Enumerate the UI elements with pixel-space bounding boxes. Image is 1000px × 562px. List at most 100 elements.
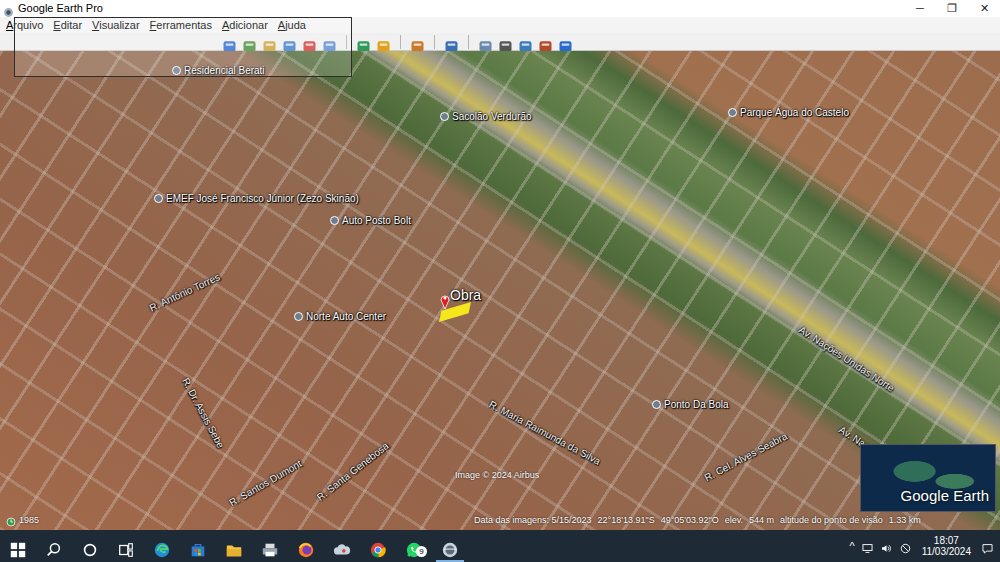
notification-badge: 9: [416, 546, 427, 557]
map-label[interactable]: R. Maria Raimunda da Silva: [486, 397, 603, 469]
volume-icon[interactable]: [880, 540, 893, 553]
clock[interactable]: 18:0711/03/2024: [918, 535, 975, 558]
map-label[interactable]: Av. Nações Unidas Norte: [796, 322, 898, 395]
network-icon[interactable]: [861, 540, 874, 553]
place-pin-icon[interactable]: [652, 400, 661, 409]
system-tray: ^ 18:0711/03/2024: [850, 535, 1000, 558]
place-name: Parque Água do Castelo: [740, 105, 849, 120]
taskbar-button[interactable]: [72, 530, 108, 562]
toolbar-tool-icon[interactable]: [444, 34, 459, 49]
google-earth-icon: [3, 3, 14, 14]
map-label[interactable]: Norte Auto Center: [294, 309, 386, 324]
search-icon[interactable]: [45, 537, 63, 555]
place-pin-icon[interactable]: [728, 108, 737, 117]
place-name: Ponto Da Bola: [664, 397, 729, 412]
clock-date: 11/03/2024: [922, 546, 971, 558]
store-icon[interactable]: [189, 537, 207, 555]
longitude: 49°05'03.92"O: [661, 514, 719, 528]
historical-imagery[interactable]: 1985: [6, 514, 39, 528]
imagery-credit: Image © 2024 Airbus: [455, 469, 539, 483]
toolbar-tool-icon[interactable]: [356, 34, 371, 49]
taskbar-button[interactable]: 9: [396, 530, 432, 562]
toolbar-separator: [468, 35, 469, 49]
taskbar-button[interactable]: [288, 530, 324, 562]
start-icon[interactable]: [9, 537, 27, 555]
year-label: 1985: [19, 514, 39, 528]
toolbar-tool-icon[interactable]: [498, 34, 513, 49]
clock-time: 18:07: [922, 535, 971, 547]
cortana-icon[interactable]: [81, 537, 99, 555]
toolbar-tool-icon[interactable]: [558, 34, 573, 49]
map-label[interactable]: R. Dr. Assis Sebe: [178, 375, 228, 451]
taskbar-button[interactable]: [216, 530, 252, 562]
toolbar-tool-icon[interactable]: [376, 34, 391, 49]
taskbar-button[interactable]: [360, 530, 396, 562]
street-name: R. Dr. Assis Sebe: [178, 375, 228, 451]
close-button[interactable]: ✕: [968, 0, 1000, 17]
title-bar: Google Earth Pro─❐✕: [0, 0, 1000, 17]
map-label[interactable]: R. Santa Genebosa: [313, 439, 391, 505]
place-pin-icon[interactable]: [154, 194, 163, 203]
taskbar: 9 ^ 18:0711/03/2024: [0, 530, 1000, 562]
toolbar-tool-icon[interactable]: [518, 34, 533, 49]
earth-icon[interactable]: [441, 537, 459, 555]
window-title: Google Earth Pro: [18, 0, 904, 17]
clock-icon: [6, 515, 16, 525]
map-label[interactable]: Ponto Da Bola: [652, 397, 729, 412]
map-label[interactable]: Auto Posto Bolt: [330, 213, 411, 228]
watermark-logo: [14, 17, 352, 77]
imagery-date: Data das imagens: 5/15/2023: [474, 514, 592, 528]
place-pin-icon[interactable]: [440, 112, 449, 121]
red-pin-icon[interactable]: [440, 290, 450, 306]
map-label[interactable]: R. Santos Dumont: [226, 456, 304, 510]
status-bar: Data das imagens: 5/15/202322°18'13.91"S…: [474, 514, 921, 528]
eye-altitude: 1.33 km: [889, 514, 921, 528]
map-label[interactable]: R. Cel. Alves Seabra: [701, 429, 790, 486]
elevation: 544 m: [749, 514, 774, 528]
taskbar-button[interactable]: [36, 530, 72, 562]
street-name: R. Maria Raimunda da Silva: [486, 397, 603, 469]
firefox-icon[interactable]: [297, 537, 315, 555]
street-name: R. Santos Dumont: [226, 456, 304, 510]
place-name: Auto Posto Bolt: [342, 213, 411, 228]
keyboard-icon[interactable]: [899, 540, 912, 553]
street-name: R. Cel. Alves Seabra: [701, 429, 790, 486]
taskview-icon[interactable]: [117, 537, 135, 555]
marker[interactable]: Obra: [440, 285, 481, 318]
tray-overflow[interactable]: ^: [850, 538, 855, 555]
taskbar-button[interactable]: [432, 530, 468, 562]
running-indicator: [436, 560, 464, 562]
explorer-icon[interactable]: [225, 537, 243, 555]
taskbar-button[interactable]: [252, 530, 288, 562]
map-view[interactable]: Residencial BeratiSacolão VerdurãoParque…: [0, 51, 1000, 530]
map-label[interactable]: Sacolão Verdurão: [440, 109, 532, 124]
toolbar-tool-icon[interactable]: [538, 34, 553, 49]
taskbar-button[interactable]: [108, 530, 144, 562]
place-pin-icon[interactable]: [294, 312, 303, 321]
taskbar-button[interactable]: [144, 530, 180, 562]
cloud-icon[interactable]: [333, 537, 351, 555]
toolbar-tool-icon[interactable]: [410, 34, 425, 49]
toolbar-separator: [400, 35, 401, 49]
taskbar-button[interactable]: [0, 530, 36, 562]
place-pin-icon[interactable]: [330, 216, 339, 225]
map-label[interactable]: R. Antônio Torres: [147, 269, 223, 315]
taskbar-button[interactable]: [180, 530, 216, 562]
map-label[interactable]: Parque Água do Castelo: [728, 105, 849, 120]
maximize-button[interactable]: ❐: [936, 0, 968, 17]
overview-map[interactable]: Google Earth: [860, 444, 996, 512]
taskbar-button[interactable]: [324, 530, 360, 562]
printer-icon[interactable]: [261, 537, 279, 555]
street-name: R. Santa Genebosa: [313, 439, 391, 505]
map-label[interactable]: EMEF José Francisco Júnior (Zezo Skinão): [154, 191, 359, 206]
street-name: Av. Nações Unidas Norte: [796, 322, 898, 395]
chrome-icon[interactable]: [369, 537, 387, 555]
edge-icon[interactable]: [153, 537, 171, 555]
map-label[interactable]: Obra: [440, 285, 481, 318]
street-name: R. Antônio Torres: [147, 269, 223, 315]
minimize-button[interactable]: ─: [904, 0, 936, 17]
toolbar-separator: [434, 35, 435, 49]
google-earth-logo: Google Earth: [901, 485, 989, 508]
toolbar-tool-icon[interactable]: [478, 34, 493, 49]
notification-icon[interactable]: [981, 540, 994, 553]
